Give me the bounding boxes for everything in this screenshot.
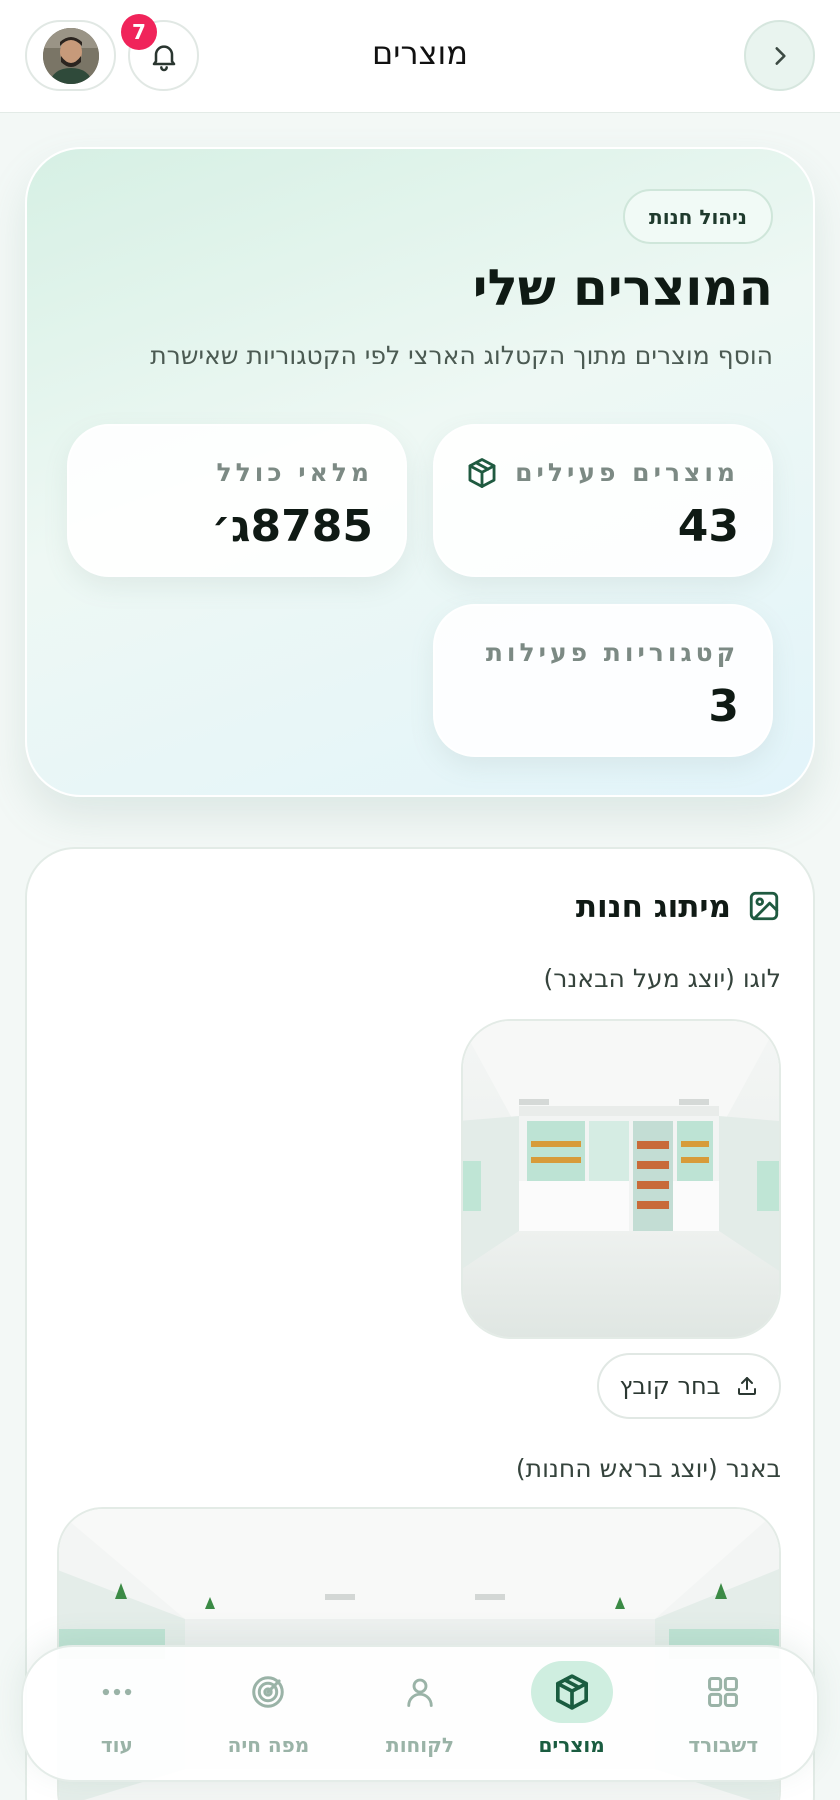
avatar <box>42 27 99 84</box>
logo-label: לוגו (יוצג מעל הבאנר) <box>543 964 781 993</box>
nav-item-more[interactable]: עוד <box>42 1659 192 1769</box>
nav-label: מוצרים <box>538 1732 605 1757</box>
logo-image <box>461 1019 781 1339</box>
stat-value: 3 <box>708 681 739 732</box>
hero-subtitle: הוסף מוצרים מתוך הקטלוג הארצי לפי הקטגור… <box>150 341 773 370</box>
stat-active-products: מוצרים פעילים 43 <box>433 424 773 577</box>
branding-title: מיתוג חנות <box>575 889 731 925</box>
nav-label: לקוחות <box>386 1732 454 1757</box>
bell-icon <box>152 44 175 71</box>
nav-label: מפה חיה <box>227 1732 310 1757</box>
nav-label: עוד <box>100 1732 133 1757</box>
store-management-pill: ניהול חנות <box>623 189 773 244</box>
nav-item-dashboard[interactable]: דשבורד <box>648 1659 798 1769</box>
choose-file-label: בחר קובץ <box>619 1372 721 1400</box>
dashboard-icon <box>708 1676 739 1707</box>
package-icon <box>468 458 496 488</box>
stat-value: 8785ג׳ <box>211 501 373 552</box>
nav-label: דשבורד <box>688 1732 759 1757</box>
nav-item-live-map[interactable]: מפה חיה <box>193 1659 343 1769</box>
stat-active-categories: קטגוריות פעילות 3 <box>433 604 773 757</box>
image-icon <box>749 891 779 921</box>
choose-file-button[interactable]: בחר קובץ <box>597 1353 781 1419</box>
top-bar: מוצרים 7 <box>0 0 840 113</box>
package-icon <box>555 1673 588 1710</box>
stat-label: מלאי כולל <box>216 458 373 487</box>
stat-label: קטגוריות פעילות <box>485 638 739 667</box>
stat-total-stock: מלאי כולל 8785ג׳ <box>67 424 407 577</box>
notification-badge: 7 <box>121 14 157 50</box>
profile-button[interactable] <box>25 20 116 91</box>
nav-item-products[interactable]: מוצרים <box>497 1659 647 1769</box>
user-icon <box>407 1678 433 1707</box>
products-summary-card: ניהול חנות המוצרים שלי הוסף מוצרים מתוך … <box>25 147 815 797</box>
more-icon <box>102 1688 132 1695</box>
upload-icon <box>737 1377 756 1395</box>
banner-label: באנר (יוצג בראש החנות) <box>515 1454 781 1483</box>
radar-icon <box>252 1675 285 1708</box>
stat-value: 43 <box>677 501 739 552</box>
stat-label: מוצרים פעילים <box>515 458 739 487</box>
nav-item-customers[interactable]: לקוחות <box>345 1659 495 1769</box>
hero-title: המוצרים שלי <box>472 259 773 317</box>
bottom-navigation: דשבורד מוצרים לקוחות מפה חיה עוד <box>21 1645 819 1782</box>
